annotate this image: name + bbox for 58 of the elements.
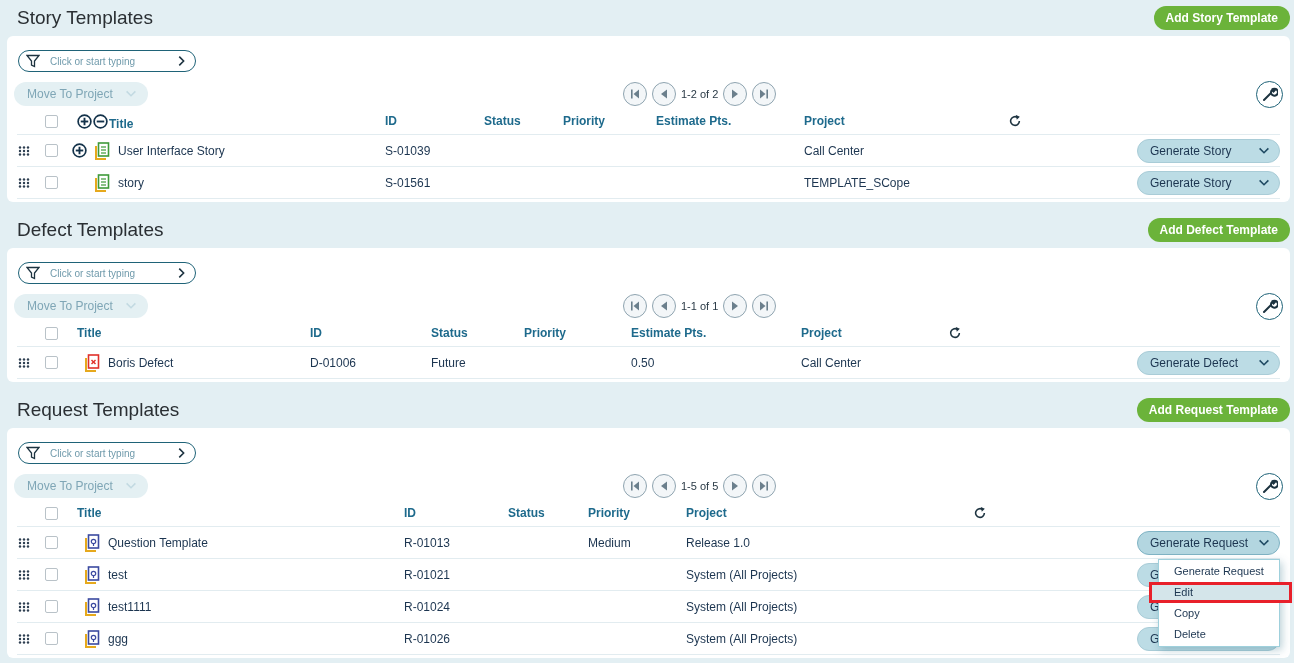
column-header[interactable]: Status bbox=[431, 326, 468, 340]
column-header[interactable]: Status bbox=[508, 506, 545, 520]
column-header[interactable]: ID bbox=[404, 506, 416, 520]
table-cell: Call Center bbox=[801, 355, 862, 370]
table-cell: R-01024 bbox=[404, 599, 451, 614]
table-cell: Future bbox=[431, 355, 466, 370]
column-header[interactable]: Priority bbox=[588, 506, 630, 520]
section-title: Story Templates bbox=[17, 5, 153, 30]
table-cell: Medium bbox=[588, 535, 631, 550]
template-title[interactable]: test bbox=[108, 565, 128, 584]
generate-button[interactable]: Generate Story bbox=[1137, 138, 1280, 163]
template-title[interactable]: story bbox=[118, 173, 144, 192]
template-title[interactable]: Question Template bbox=[108, 533, 208, 552]
table-cell: System (All Projects) bbox=[686, 599, 798, 614]
table-cell: R-01026 bbox=[404, 631, 451, 646]
filter-input[interactable]: Click or start typing bbox=[50, 445, 164, 461]
column-header[interactable]: ID bbox=[310, 326, 322, 340]
page-count: 1-5 of 5 bbox=[681, 478, 719, 494]
table-cell: Call Center bbox=[804, 143, 865, 158]
page-count: 1-1 of 1 bbox=[681, 298, 719, 314]
table-cell: S-01561 bbox=[385, 175, 431, 190]
table-cell: System (All Projects) bbox=[686, 567, 798, 582]
template-title[interactable]: User Interface Story bbox=[118, 141, 225, 160]
generate-button[interactable]: Generate Request bbox=[1137, 530, 1280, 555]
column-header[interactable]: Status bbox=[484, 114, 521, 128]
table-cell: R-01021 bbox=[404, 567, 451, 582]
column-header[interactable]: Title bbox=[77, 324, 102, 342]
section-title: Defect Templates bbox=[17, 217, 164, 242]
column-header[interactable]: Project bbox=[686, 506, 727, 520]
page-count: 1-2 of 2 bbox=[681, 86, 719, 102]
column-header[interactable]: ID bbox=[385, 114, 397, 128]
generate-button[interactable]: Generate Story bbox=[1137, 170, 1280, 195]
column-header[interactable]: Title bbox=[109, 114, 134, 133]
menu-item[interactable]: Delete bbox=[1159, 623, 1279, 645]
table-cell: System (All Projects) bbox=[686, 631, 798, 646]
menu-item[interactable]: Edit bbox=[1149, 581, 1292, 603]
column-header[interactable]: Title bbox=[77, 504, 102, 522]
table-cell: S-01039 bbox=[385, 143, 431, 158]
column-header[interactable]: Project bbox=[801, 326, 842, 340]
column-header[interactable]: Project bbox=[804, 114, 845, 128]
table-cell: D-01006 bbox=[310, 355, 357, 370]
table-cell: TEMPLATE_SCope bbox=[804, 175, 910, 190]
table-cell: Release 1.0 bbox=[686, 535, 751, 550]
generate-button[interactable]: Generate Defect bbox=[1137, 350, 1280, 375]
menu-item[interactable]: Generate Request bbox=[1159, 560, 1279, 582]
table-cell: 0.50 bbox=[631, 355, 655, 370]
column-header[interactable]: Estimate Pts. bbox=[656, 114, 732, 128]
filter-input[interactable]: Click or start typing bbox=[50, 53, 164, 69]
section-title: Request Templates bbox=[17, 397, 180, 422]
filter-input[interactable]: Click or start typing bbox=[50, 265, 164, 281]
table-cell: R-01013 bbox=[404, 535, 451, 550]
template-title[interactable]: ggg bbox=[108, 629, 129, 648]
template-title[interactable]: test1111 bbox=[108, 597, 152, 616]
template-title[interactable]: Boris Defect bbox=[108, 353, 174, 372]
column-header[interactable]: Priority bbox=[563, 114, 605, 128]
menu-item[interactable]: Copy bbox=[1159, 602, 1279, 624]
column-header[interactable]: Estimate Pts. bbox=[631, 326, 707, 340]
column-header[interactable]: Priority bbox=[524, 326, 566, 340]
